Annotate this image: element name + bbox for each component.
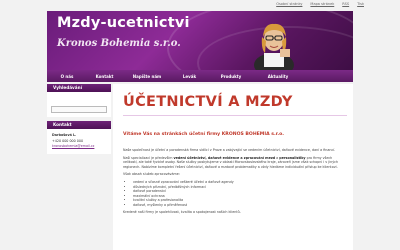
top-link-personal[interactable]: Osobní stránky (276, 2, 302, 10)
top-link-print[interactable]: Tisk (357, 2, 364, 10)
paragraph-intro: Naše společnost je účetní a poradenská f… (123, 148, 336, 152)
search-input[interactable] (51, 105, 107, 113)
top-link-sitemap[interactable]: Mapa stránek (310, 2, 334, 10)
contact-heading: Kontakt (47, 121, 111, 129)
nav-item-write-us[interactable]: Napište nám (122, 74, 172, 79)
contact-email[interactable]: kronosbohemia@email.cz (52, 144, 106, 150)
text-span: Naší specializací je především (123, 155, 173, 160)
paragraph-specialization: Naší specializací je především vedení úč… (123, 156, 345, 170)
article-body: Naše společnost je účetní a poradenská f… (123, 148, 345, 217)
main-nav: O nás Kontakt Napište nám Levák Produkty… (47, 70, 353, 82)
site-title[interactable]: Mzdy-ucetnictvi (57, 15, 190, 31)
services-list: vedení a včasné zpracování veškeré účetn… (123, 180, 345, 208)
page-title: ÚČETNICTVÍ A MZDY (123, 94, 293, 110)
top-link-rss[interactable]: RSS (342, 2, 349, 10)
text-span: a (276, 155, 279, 160)
top-links: Osobní stránky Mapa stránek RSS Tisk (276, 2, 364, 10)
main-content: ÚČETNICTVÍ A MZDY Vítáme Vás na stránkác… (113, 84, 353, 250)
nav-item-news[interactable]: Aktuality (255, 74, 301, 79)
welcome-heading: Vítáme Vás na stránkách účetní firmy KRO… (123, 132, 284, 137)
nav-item-products[interactable]: Produkty (207, 74, 255, 79)
site-header: Mzdy-ucetnictvi Kronos Bohemia s.r.o. (47, 11, 353, 70)
nav-item-about[interactable]: O nás (47, 74, 87, 79)
sidebar: Vyhledávání Kontakt Darbošová L. +420 00… (47, 84, 111, 158)
bold-span: vedení účetnictví, daňové evidence a zpr… (173, 155, 276, 160)
bold-span: personalistiky (279, 155, 306, 160)
paragraph-closing: Kredené naši firmy je spolehlivost, kval… (123, 209, 241, 214)
nav-item-levak[interactable]: Levák (172, 74, 207, 79)
site-subtitle: Kronos Bohemia s.r.o. (57, 38, 181, 49)
search-box: Vyhledávání (47, 84, 111, 117)
paragraph-services-intro: Však obsah služeb zpracováváme: (123, 172, 180, 177)
contact-box: Kontakt Darbošová L. +420 000 000 000 kr… (47, 121, 111, 154)
nav-item-contact[interactable]: Kontakt (87, 74, 122, 79)
header-person-image (254, 23, 294, 70)
search-heading: Vyhledávání (47, 84, 111, 92)
list-item: daňové, myšlenky a přiměřenost (133, 203, 345, 208)
title-divider (123, 115, 347, 116)
